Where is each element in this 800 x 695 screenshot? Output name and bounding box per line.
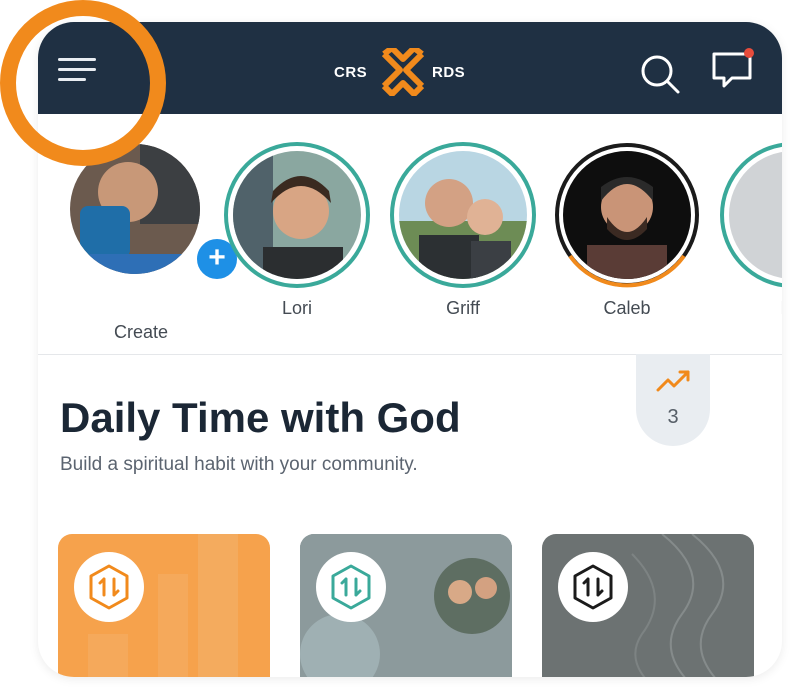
logo-text-left: CRS	[334, 64, 368, 81]
story-name: Ma	[720, 298, 782, 319]
plan-icon-badge	[74, 552, 144, 622]
highlight-circle	[0, 0, 166, 166]
user-photo	[233, 151, 361, 279]
story-create[interactable]: + Create	[68, 142, 240, 342]
story-name: Lori	[281, 298, 312, 318]
app-logo: CRS RDS	[334, 44, 474, 100]
avatar	[399, 151, 527, 279]
search-icon	[641, 55, 680, 94]
story-ma[interactable]: Ma	[720, 142, 782, 342]
plan-icon-badge	[558, 552, 628, 622]
page-title: Daily Time with God	[60, 394, 461, 441]
logo-text-right: RDS	[432, 64, 466, 81]
search-button[interactable]	[638, 52, 682, 96]
sync-hexagon-icon	[89, 564, 129, 610]
story-name: Create	[113, 322, 169, 342]
story-caleb[interactable]: Caleb	[554, 142, 704, 342]
sync-hexagon-icon	[573, 564, 613, 610]
avatar	[563, 151, 691, 279]
user-photo	[399, 151, 527, 279]
trending-up-icon	[656, 370, 690, 392]
stories-row: + Create Lori Griff Caleb	[38, 114, 782, 354]
plan-card-3[interactable]	[542, 534, 754, 677]
sync-hexagon-icon	[331, 564, 371, 610]
story-griff[interactable]: Griff	[390, 142, 540, 342]
story-name: Caleb	[603, 298, 651, 318]
plan-card-1[interactable]	[58, 534, 270, 677]
user-photo	[563, 151, 691, 279]
story-lori[interactable]: Lori	[224, 142, 374, 342]
streak-count: 3	[667, 406, 679, 428]
plan-icon-badge	[316, 552, 386, 622]
notification-dot	[744, 48, 754, 58]
page-subtitle: Build a spiritual habit with your commun…	[60, 454, 418, 475]
streak-badge[interactable]: 3	[636, 354, 710, 446]
avatar	[233, 151, 361, 279]
crossroads-x-icon	[381, 48, 425, 96]
plan-card-2[interactable]	[300, 534, 512, 677]
story-name: Griff	[446, 298, 480, 318]
